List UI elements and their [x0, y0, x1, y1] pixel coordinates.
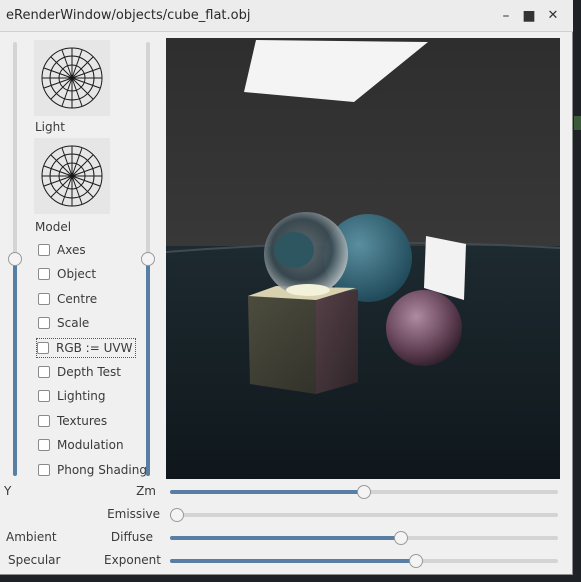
exponent-label: Exponent: [104, 553, 161, 567]
emissive-slider-handle[interactable]: [170, 508, 184, 522]
checkbox-axes[interactable]: Axes: [38, 240, 86, 260]
ambient-label: Ambient: [6, 530, 57, 544]
zm-slider-fill: [170, 490, 364, 494]
right-vertical-slider[interactable]: [141, 42, 155, 476]
checkbox-box[interactable]: [38, 268, 50, 280]
checkbox-label: Depth Test: [57, 365, 121, 379]
minimize-icon[interactable]: –: [496, 6, 516, 26]
checkbox-box[interactable]: [38, 415, 50, 427]
diffuse-slider[interactable]: [170, 531, 558, 545]
window-title: eRenderWindow/objects/cube_flat.obj: [6, 8, 251, 23]
checkbox-box[interactable]: [37, 342, 49, 354]
checkbox-label: Modulation: [57, 438, 124, 452]
left-vertical-slider[interactable]: [8, 42, 22, 476]
diffuse-slider-handle[interactable]: [394, 531, 408, 545]
desktop-background: [574, 0, 581, 582]
diffuse-slider-fill: [170, 536, 401, 540]
checkbox-box[interactable]: [38, 317, 50, 329]
checkbox-box[interactable]: [38, 464, 50, 476]
checkbox-rgb-uvw[interactable]: RGB := UVW: [36, 338, 137, 358]
specular-label: Specular: [8, 553, 61, 567]
checkbox-label: Phong Shading: [57, 463, 147, 477]
checkbox-phong-shading[interactable]: Phong Shading: [38, 460, 147, 480]
close-icon[interactable]: ✕: [543, 6, 563, 26]
checkbox-box[interactable]: [38, 293, 50, 305]
checkbox-scale[interactable]: Scale: [38, 313, 89, 333]
left-slider-fill: [13, 259, 17, 476]
checkbox-label: Scale: [57, 316, 90, 330]
checkbox-label: Object: [57, 267, 97, 281]
checkbox-modulation[interactable]: Modulation: [38, 435, 124, 455]
checkbox-box[interactable]: [38, 244, 50, 256]
maximize-icon[interactable]: ■: [519, 6, 539, 26]
model-sphere-icon: [41, 145, 103, 207]
zm-slider[interactable]: [170, 485, 558, 499]
zm-label: Zm: [136, 484, 156, 498]
right-slider-fill: [146, 259, 150, 476]
model-label: Model: [35, 220, 72, 234]
checkbox-label: RGB := UVW: [56, 341, 133, 355]
checkbox-label: Lighting: [57, 389, 106, 403]
checkbox-label: Centre: [57, 292, 98, 306]
emissive-slider-track: [170, 513, 558, 517]
exponent-slider[interactable]: [170, 554, 558, 568]
light-sphere-icon: [41, 47, 103, 109]
diffuse-label: Diffuse: [110, 530, 153, 544]
zm-slider-handle[interactable]: [357, 485, 371, 499]
checkbox-textures[interactable]: Textures: [38, 411, 107, 431]
emissive-label: Emissive: [107, 507, 160, 521]
checkbox-box[interactable]: [38, 439, 50, 451]
checkbox-box[interactable]: [38, 390, 50, 402]
exponent-slider-fill: [170, 559, 416, 563]
render-window: eRenderWindow/objects/cube_flat.obj – ■ …: [0, 0, 573, 575]
title-bar[interactable]: eRenderWindow/objects/cube_flat.obj – ■ …: [0, 0, 573, 32]
exponent-slider-handle[interactable]: [409, 554, 423, 568]
checkbox-label: Textures: [57, 414, 108, 428]
checkbox-lighting[interactable]: Lighting: [38, 386, 106, 406]
light-trackball[interactable]: [34, 40, 110, 116]
desktop-terminal-sliver: [574, 116, 581, 130]
checkbox-box[interactable]: [38, 366, 50, 378]
render-viewport[interactable]: [166, 38, 560, 479]
checkbox-object[interactable]: Object: [38, 264, 96, 284]
light-label: Light: [35, 120, 65, 134]
right-slider-handle[interactable]: [141, 252, 155, 266]
checkbox-centre[interactable]: Centre: [38, 289, 97, 309]
y-label: Y: [4, 484, 12, 498]
left-slider-handle[interactable]: [8, 252, 22, 266]
emissive-slider[interactable]: [170, 508, 558, 522]
model-trackball[interactable]: [34, 138, 110, 214]
checkbox-depth-test[interactable]: Depth Test: [38, 362, 121, 382]
rendered-scene: [166, 38, 560, 479]
checkbox-label: Axes: [57, 243, 86, 257]
